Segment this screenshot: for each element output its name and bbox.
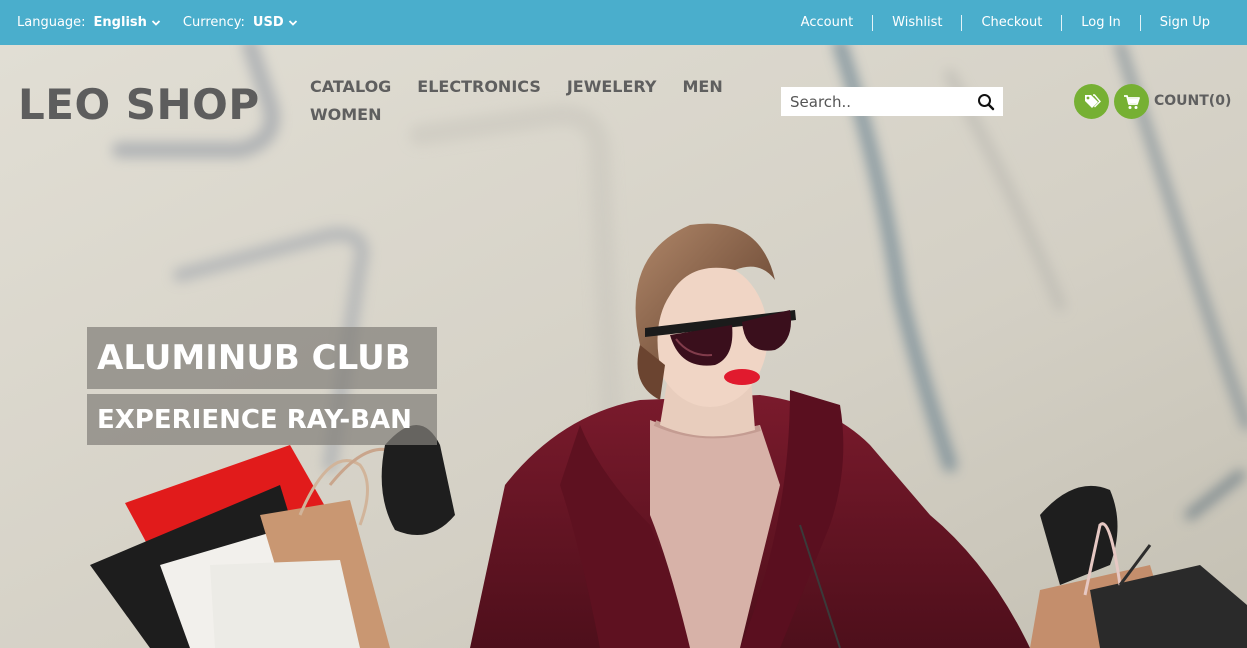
account-link[interactable]: Account (782, 15, 873, 31)
main-nav: CATALOG ELECTRONICS JEWELERY MEN WOMEN (310, 77, 730, 125)
tag-icon (1084, 93, 1101, 108)
chevron-down-icon (288, 19, 297, 26)
wishlist-link[interactable]: Wishlist (872, 14, 961, 31)
nav-men[interactable]: MEN (682, 77, 722, 97)
slide-title: ALUMINUB CLUB (87, 327, 437, 389)
top-bar: Language: English Currency: USD Account … (0, 0, 1247, 45)
currency-label: Currency: (182, 15, 245, 30)
nav-electronics[interactable]: ELECTRONICS (417, 77, 541, 97)
checkout-link[interactable]: Checkout (961, 14, 1061, 31)
currency-dropdown[interactable]: USD (253, 15, 298, 30)
language-label: Language: (17, 15, 86, 30)
language-dropdown[interactable]: English (94, 15, 161, 30)
language-value: English (93, 15, 147, 30)
login-link[interactable]: Log In (1061, 14, 1139, 31)
search-box (781, 87, 1003, 116)
slide-subtitle: EXPERIENCE RAY-BAN (87, 394, 437, 445)
top-bar-selectors: Language: English Currency: USD (17, 15, 298, 30)
search-icon[interactable] (977, 93, 995, 111)
currency-selector[interactable]: Currency: USD (183, 15, 298, 30)
nav-women[interactable]: WOMEN (310, 105, 382, 125)
nav-catalog[interactable]: CATALOG (310, 77, 391, 97)
account-links: Account Wishlist Checkout Log In Sign Up (782, 14, 1229, 31)
cart-icon (1123, 94, 1140, 109)
hero-banner[interactable]: LEO SHOP CATALOG ELECTRONICS JEWELERY ME… (0, 45, 1247, 648)
cart-count[interactable]: COUNT(0) (1154, 93, 1231, 109)
chevron-down-icon (151, 19, 161, 26)
site-logo[interactable]: LEO SHOP (18, 80, 260, 129)
signup-link[interactable]: Sign Up (1139, 14, 1229, 31)
search-input[interactable] (790, 92, 970, 111)
cart-button[interactable] (1114, 84, 1149, 119)
language-selector[interactable]: Language: English (17, 15, 161, 30)
nav-jewelery[interactable]: JEWELERY (567, 77, 657, 97)
compare-button[interactable] (1074, 84, 1109, 119)
currency-value: USD (252, 15, 284, 30)
